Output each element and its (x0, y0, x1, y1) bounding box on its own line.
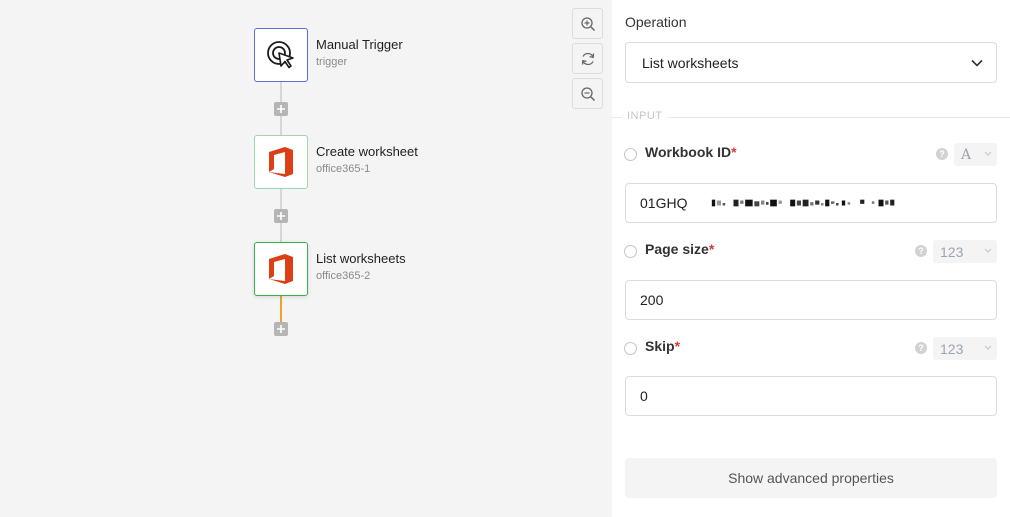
plus-icon (277, 105, 285, 113)
node-subtitle: office365-2 (316, 270, 371, 282)
field-header-skip: Skip* ? 123 (624, 337, 998, 360)
connector-line (280, 116, 282, 135)
connector-line-active (280, 296, 282, 322)
field-label: Page size* (645, 241, 715, 257)
required-asterisk: * (674, 338, 681, 354)
section-header: INPUT (612, 110, 1010, 124)
redacted-text (712, 199, 895, 207)
node-subtitle: office365-1 (316, 163, 371, 175)
field-toggle-radio[interactable] (624, 342, 637, 355)
field-toggle-radio[interactable] (624, 148, 637, 161)
zoom-in-icon (580, 16, 595, 31)
type-select[interactable]: 123 (933, 240, 997, 263)
field-label: Workbook ID* (645, 144, 737, 160)
connector-line (280, 189, 282, 209)
workflow-canvas[interactable]: Manual Trigger trigger Create worksheet … (0, 0, 612, 517)
add-step-button[interactable] (274, 102, 288, 116)
skip-input[interactable]: 0 (625, 376, 997, 416)
field-header-page-size: Page size* ? 123 (624, 240, 998, 263)
type-value: 123 (940, 340, 964, 357)
properties-panel: Operation List worksheets INPUT Workbook… (612, 0, 1010, 517)
show-advanced-properties-button[interactable]: Show advanced properties (625, 458, 997, 498)
input-value: 0 (640, 388, 648, 404)
required-asterisk: * (708, 241, 715, 257)
plus-icon (277, 212, 285, 220)
add-step-button[interactable] (274, 322, 288, 336)
operation-select[interactable]: List worksheets (625, 42, 997, 83)
node-title: List worksheets (316, 251, 406, 266)
node-label: Manual Trigger trigger (316, 37, 403, 69)
field-toggle-radio[interactable] (624, 245, 637, 258)
connector-line (280, 223, 282, 242)
page-size-input[interactable]: 200 (625, 280, 997, 320)
office365-icon (269, 254, 293, 284)
node-label: Create worksheet office365-1 (316, 144, 418, 176)
chevron-down-icon (984, 151, 992, 156)
chevron-down-icon (984, 248, 992, 253)
node-title: Create worksheet (316, 144, 418, 159)
chevron-down-icon (971, 59, 983, 67)
workbook-id-input[interactable]: 01GHQ (625, 183, 997, 223)
field-label: Skip* (645, 338, 681, 354)
type-value: A (961, 146, 972, 163)
node-subtitle: trigger (316, 56, 348, 68)
zoom-in-button[interactable] (572, 8, 603, 39)
node-create-worksheet[interactable] (254, 135, 308, 189)
type-select[interactable]: 123 (933, 337, 997, 360)
type-select[interactable]: A (954, 143, 997, 166)
zoom-out-button[interactable] (572, 78, 603, 109)
help-icon[interactable]: ? (936, 148, 948, 160)
node-list-worksheets[interactable] (254, 242, 308, 296)
node-label: List worksheets office365-2 (316, 251, 406, 283)
node-manual-trigger[interactable] (254, 28, 308, 82)
office365-icon (269, 147, 293, 177)
required-asterisk: * (731, 144, 737, 160)
cursor-click-icon (267, 41, 294, 69)
help-icon[interactable]: ? (915, 342, 927, 354)
section-label: INPUT (627, 110, 663, 122)
input-value: 01GHQ (640, 195, 688, 211)
operation-value: List worksheets (642, 54, 739, 71)
refresh-icon (581, 52, 594, 65)
connector-line (280, 82, 282, 102)
field-header-workbook-id: Workbook ID* ? A (624, 143, 998, 166)
help-icon[interactable]: ? (915, 245, 927, 257)
zoom-out-icon (580, 86, 595, 101)
operation-label: Operation (625, 14, 687, 30)
node-title: Manual Trigger (316, 37, 403, 52)
reset-zoom-button[interactable] (572, 43, 603, 74)
type-value: 123 (940, 243, 964, 260)
chevron-down-icon (984, 345, 992, 350)
input-value: 200 (640, 292, 664, 308)
plus-icon (277, 325, 285, 333)
add-step-button[interactable] (274, 209, 288, 223)
